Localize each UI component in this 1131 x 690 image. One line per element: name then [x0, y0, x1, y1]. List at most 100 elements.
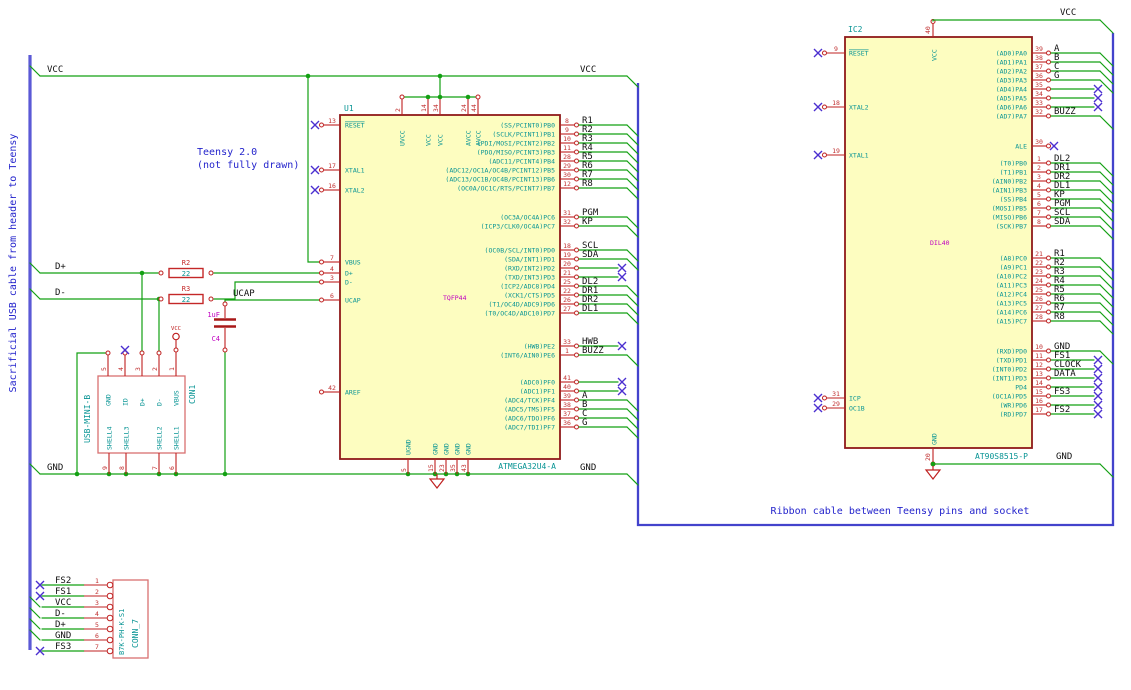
pin-function: (AD1)PA1	[996, 59, 1027, 67]
pin-name: GND	[432, 443, 440, 455]
pin-row[interactable]: 7 FS3	[35, 642, 114, 656]
pin-function: (AD0)PA0	[996, 50, 1027, 58]
net-label: FS2	[55, 576, 71, 586]
net-label: KP	[582, 217, 593, 227]
pin-function: (ADC6/TDO)PF6	[504, 415, 555, 423]
pin-function: (ICP2/ADC8)PD4	[500, 283, 555, 291]
net-label: FS3	[55, 642, 71, 652]
pin-number: 2	[394, 108, 402, 112]
pin-function: (T1/OC4D/ADC9)PD6	[488, 301, 555, 309]
net-label-dplus[interactable]: D+	[55, 262, 66, 272]
ref-label: CON1	[188, 385, 197, 404]
no-connect-x-icon	[310, 165, 320, 175]
pin-name: XTAL1	[345, 167, 365, 175]
value-label: 22	[182, 296, 190, 304]
net-label-vcc-left[interactable]: VCC	[47, 65, 63, 75]
pin-name: AVCC	[465, 130, 473, 146]
pin-name: VCC	[931, 49, 939, 61]
pin-number: 20	[924, 453, 932, 461]
ic-ic2[interactable]: IC2 AT90S8515-P DIL40 40 VCC 20 GND 9 RE…	[813, 19, 1114, 467]
net-label: VCC	[55, 598, 71, 608]
connector-conn7[interactable]: B7K-PH-K-S1 CONN_7 1 FS2 2 FS1 3 VCC 4 D…	[29, 576, 149, 659]
net-label-gnd-right[interactable]: GND	[580, 463, 596, 473]
pin-number: 39	[563, 392, 571, 400]
ref-label: CONN_7	[131, 619, 140, 648]
note-teensy-2: (not fully drawn)	[197, 160, 299, 171]
net-label: FS3	[1054, 387, 1070, 397]
vcc-symbol: VCC	[171, 326, 181, 348]
pin-number: 31	[832, 390, 840, 398]
resistor-r3[interactable]: R3 22	[158, 285, 214, 305]
net-label-vcc-right[interactable]: VCC	[580, 65, 596, 75]
pin-function: (A10)PC2	[996, 273, 1027, 281]
net-label-gnd-left[interactable]: GND	[47, 463, 63, 473]
pin-number: 3	[330, 274, 334, 282]
net-label-ic2-gnd[interactable]: GND	[1056, 452, 1072, 462]
pin-function: (SS)PB4	[1000, 196, 1027, 204]
value-label: AT90S8515-P	[975, 452, 1028, 461]
value-label: B7K-PH-K-S1	[118, 609, 126, 655]
pin-function: (OC3A/OC4A)PC6	[500, 214, 555, 222]
pin-function: (ADC12/OC1A/OC4B/PCINT12)PB5	[445, 167, 555, 175]
pin-number: 4	[117, 367, 125, 371]
pin-function: (SS/PCINT0)PB0	[500, 122, 555, 130]
pin-number: 17	[1035, 406, 1043, 414]
pin-number: 1	[565, 347, 569, 355]
net-label: R8	[1054, 312, 1065, 322]
pin-function: (INT1)PD3	[992, 375, 1027, 383]
pin-name: UCAP	[345, 297, 361, 305]
pin-number: 23	[1035, 268, 1043, 276]
pin-function: (ADC11/PCINT4)PB4	[488, 158, 555, 166]
connector-con1[interactable]: USB-MINI-B CON1 VCC 5 4 3 2 1 GND ID D+ …	[83, 326, 197, 474]
net-label-ucap[interactable]: UCAP	[233, 289, 255, 299]
pin-function: (ADC5/TMS)PF5	[504, 406, 555, 414]
pin-row[interactable]: 6 GND	[29, 629, 114, 644]
pin-function: (XCK1/CTS)PD5	[504, 292, 555, 300]
net-label-ic2-vcc[interactable]: VCC	[1060, 8, 1076, 18]
pin-function: (PDI/MOSI/PCINT2)PB2	[477, 140, 555, 148]
pin-row[interactable]: 1 FS2	[35, 576, 114, 590]
ic-u1[interactable]: U1 ATMEGA32U4-A TQFP44 2 14 34 24 44 UVC…	[310, 94, 639, 474]
pin-number: 30	[563, 171, 571, 179]
pin-function: (AIN0)PB2	[992, 178, 1027, 186]
pin-row[interactable]: 4 D-	[29, 607, 114, 622]
bus-entry	[578, 312, 639, 325]
ref-label: C4	[212, 335, 220, 343]
net-label: G	[1054, 71, 1059, 81]
pin-name: GND	[931, 433, 939, 445]
value-label: USB-MINI-B	[83, 395, 92, 443]
resistor-r2[interactable]: R2 22	[158, 259, 214, 279]
bus-entry	[1050, 61, 1114, 76]
bus-entry	[1050, 79, 1114, 94]
gnd-symbol-u1	[428, 474, 446, 489]
net-label: R8	[582, 179, 593, 189]
capacitor-c4[interactable]: 1uF C4	[207, 301, 236, 353]
pin-name: GND	[465, 443, 473, 455]
pin-number: 18	[563, 242, 571, 250]
ref-label: U1	[344, 104, 354, 113]
pin-function: (A11)PC3	[996, 282, 1027, 290]
pin-number: 24	[460, 104, 468, 112]
pin-name: VCC	[437, 134, 445, 146]
pin-function: (ADC13/OC1B/OC4B/PCINT13)PB6	[445, 176, 555, 184]
pin-function: (A12)PC4	[996, 291, 1027, 299]
pin-function: (AD7)PA7	[996, 113, 1027, 121]
pin-name: GND	[454, 443, 462, 455]
pin-function: (INT6/AIN0)PE6	[500, 352, 555, 360]
pin-name: VBUS	[345, 259, 361, 267]
pin-number: 38	[1035, 54, 1043, 62]
pin-name: UGND	[405, 439, 413, 455]
pin-row[interactable]: 2 FS1	[35, 587, 114, 601]
pin-number: 6	[1037, 200, 1041, 208]
pin-function: (OC0A/OC1C/RTS/PCINT7)PB7	[457, 185, 555, 193]
net-label-dminus[interactable]: D-	[55, 288, 66, 298]
pin-name: D+	[345, 270, 353, 278]
pin-row[interactable]: 5 D+	[29, 618, 114, 633]
pin-name: XTAL2	[345, 187, 365, 195]
pin-number: 7	[330, 254, 334, 262]
no-connect-x-icon	[310, 185, 320, 195]
pin-number: 2	[1037, 164, 1041, 172]
pin-number: 1	[95, 577, 99, 585]
pin-number: 4	[95, 610, 99, 618]
pin-number: 19	[563, 251, 571, 259]
